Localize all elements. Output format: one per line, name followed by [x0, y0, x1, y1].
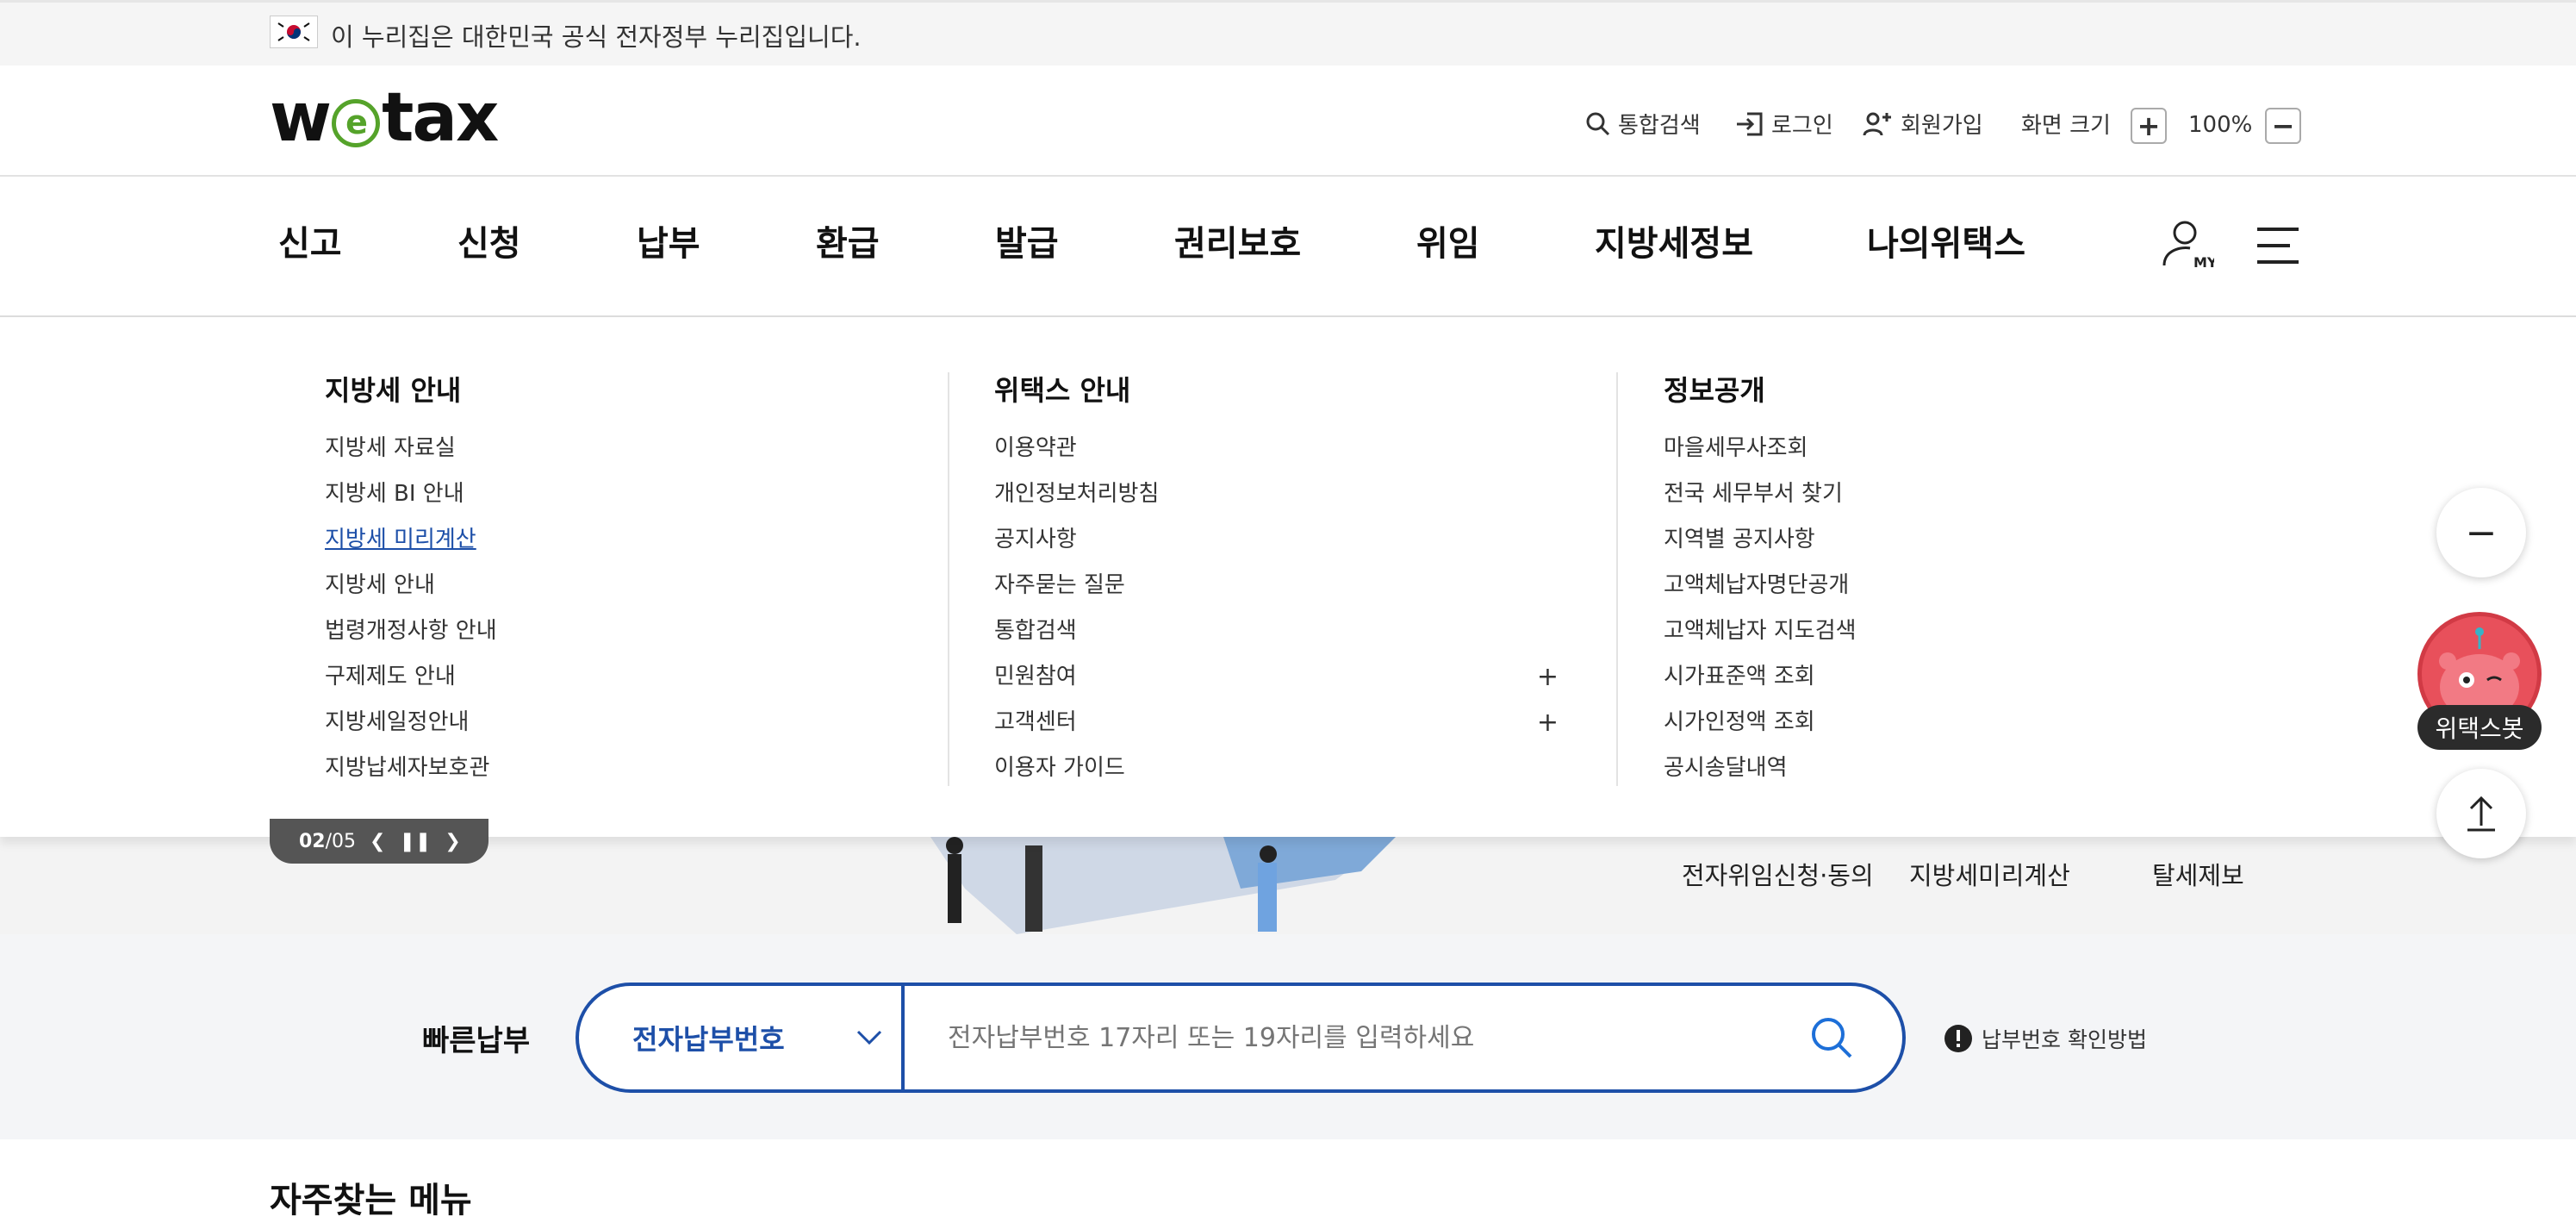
collapse-button[interactable]: − — [2436, 488, 2526, 577]
nav-payment[interactable]: 납부 — [637, 220, 700, 268]
menu-item-expandable[interactable]: 민원참여 + — [994, 654, 1559, 700]
expand-plus-icon[interactable]: + — [1537, 654, 1559, 700]
minus-icon: − — [2465, 510, 2498, 555]
signup-link[interactable]: 회원가입 — [1863, 108, 1983, 140]
quick-pay-search-button[interactable] — [1761, 983, 1906, 1093]
menu-item-expandable[interactable]: 고객센터 + — [994, 700, 1559, 746]
quick-link-tax-calc[interactable]: 지방세미리계산 — [1909, 856, 2070, 892]
nav-local-tax-info[interactable]: 지방세정보 — [1595, 220, 1753, 268]
menu-divider — [1616, 372, 1618, 786]
favorite-menu-title: 자주찾는 메뉴 — [270, 1181, 472, 1220]
screen-size-label: 화면 크기 — [2021, 113, 2111, 139]
menu-item[interactable]: 지방세일정안내 — [325, 700, 859, 746]
menu-item[interactable]: 개인정보처리방침 — [994, 471, 1559, 517]
menu-item[interactable]: 통합검색 — [994, 608, 1559, 654]
menu-item[interactable]: 구제제도 안내 — [325, 654, 859, 700]
menu-item[interactable]: 지방세 안내 — [325, 563, 859, 608]
menu-item[interactable]: 전국 세무부서 찾기 — [1664, 471, 2181, 517]
menu-item[interactable]: 자주묻는 질문 — [994, 563, 1559, 608]
svg-text:MY: MY — [2193, 254, 2214, 271]
menu-item[interactable]: 공시송달내역 — [1664, 746, 2181, 791]
gov-notice-text: 이 누리집은 대한민국 공식 전자정부 누리집입니다. — [331, 22, 862, 52]
menu-item[interactable]: 지역별 공지사항 — [1664, 517, 2181, 563]
menu-divider — [948, 372, 949, 786]
menu-item[interactable]: 마을세무사조회 — [1664, 426, 2181, 471]
banner-pager: 02/05 ❮ ❚❚ ❯ — [270, 819, 488, 864]
search-icon — [1586, 112, 1610, 135]
menu-item[interactable]: 지방세 자료실 — [325, 426, 859, 471]
banner-illustration — [930, 837, 1396, 934]
menu-item[interactable]: 법령개정사항 안내 — [325, 608, 859, 654]
login-icon — [1737, 112, 1763, 135]
menu-item[interactable]: 이용자 가이드 — [994, 746, 1559, 791]
payment-number-help-link[interactable]: 납부번호 확인방법 — [1944, 1023, 2147, 1054]
nav-delegation[interactable]: 위임 — [1416, 220, 1480, 268]
nav-rights[interactable]: 권리보호 — [1174, 220, 1301, 268]
payment-number-input[interactable] — [901, 983, 1764, 1093]
mega-dropdown-menu: 지방세 안내 지방세 자료실 지방세 BI 안내 지방세 미리계산 지방세 안내… — [0, 317, 2576, 837]
wetax-logo[interactable]: w e tax — [270, 79, 499, 157]
korea-flag-icon — [270, 16, 318, 48]
user-plus-icon — [1863, 112, 1891, 135]
payment-type-select[interactable]: 전자납부번호 — [576, 983, 908, 1093]
chevron-down-icon — [856, 1030, 881, 1045]
nav-apply[interactable]: 신청 — [457, 220, 521, 268]
zoom-out-button[interactable]: − — [2265, 108, 2301, 144]
menu-item[interactable]: 시가인정액 조회 — [1664, 700, 2181, 746]
menu-item[interactable]: 지방납세자보호관 — [325, 746, 859, 791]
menu-item[interactable]: 공지사항 — [994, 517, 1559, 563]
menu-item[interactable]: 고액체납자명단공개 — [1664, 563, 2181, 608]
expand-plus-icon[interactable]: + — [1537, 700, 1559, 746]
menu-item[interactable]: 시가표준액 조회 — [1664, 654, 2181, 700]
my-page-icon[interactable]: MY — [2159, 217, 2218, 276]
menu-item[interactable]: 고액체납자 지도검색 — [1664, 608, 2181, 654]
menu-column-title: 정보공개 — [1664, 374, 1765, 407]
menu-column-info-disclosure: 정보공개 마을세무사조회 전국 세무부서 찾기 지역별 공지사항 고액체납자명단… — [1664, 369, 2181, 791]
integrated-search-link[interactable]: 통합검색 — [1585, 108, 1701, 140]
nav-report[interactable]: 신고 — [278, 220, 342, 268]
info-alert-icon — [1944, 1025, 1972, 1052]
quick-link-tax-evasion-report[interactable]: 탈세제보 — [2152, 856, 2244, 892]
pause-icon[interactable]: ❚❚ — [399, 831, 431, 852]
search-icon — [1812, 1018, 1852, 1058]
hamburger-menu-icon[interactable] — [2256, 226, 2300, 269]
nav-issue[interactable]: 발급 — [995, 220, 1059, 268]
arrow-up-icon — [2467, 795, 2495, 832]
quick-pay-title: 빠른납부 — [422, 1024, 531, 1058]
menu-item[interactable]: 지방세 BI 안내 — [325, 471, 859, 517]
menu-column-wetax-guide: 위택스 안내 이용약관 개인정보처리방침 공지사항 자주묻는 질문 통합검색 민… — [994, 369, 1559, 791]
wetax-bot-label[interactable]: 위택스봇 — [2417, 705, 2542, 750]
menu-item-active[interactable]: 지방세 미리계산 — [325, 517, 859, 563]
prev-arrow-icon[interactable]: ❮ — [370, 831, 385, 852]
next-arrow-icon[interactable]: ❯ — [445, 831, 460, 852]
menu-column-local-tax-guide: 지방세 안내 지방세 자료실 지방세 BI 안내 지방세 미리계산 지방세 안내… — [325, 369, 859, 791]
zoom-level: 100% — [2188, 112, 2253, 138]
menu-column-title: 지방세 안내 — [325, 374, 462, 407]
menu-item[interactable]: 이용약관 — [994, 426, 1559, 471]
nav-refund[interactable]: 환급 — [816, 220, 880, 268]
quick-link-delegation[interactable]: 전자위임신청·동의 — [1682, 856, 1874, 892]
nav-my-wetax[interactable]: 나의위택스 — [1867, 220, 2025, 268]
login-link[interactable]: 로그인 — [1735, 108, 1833, 140]
scroll-to-top-button[interactable] — [2436, 769, 2526, 858]
menu-column-title: 위택스 안내 — [994, 374, 1131, 407]
zoom-in-button[interactable]: + — [2131, 108, 2167, 144]
